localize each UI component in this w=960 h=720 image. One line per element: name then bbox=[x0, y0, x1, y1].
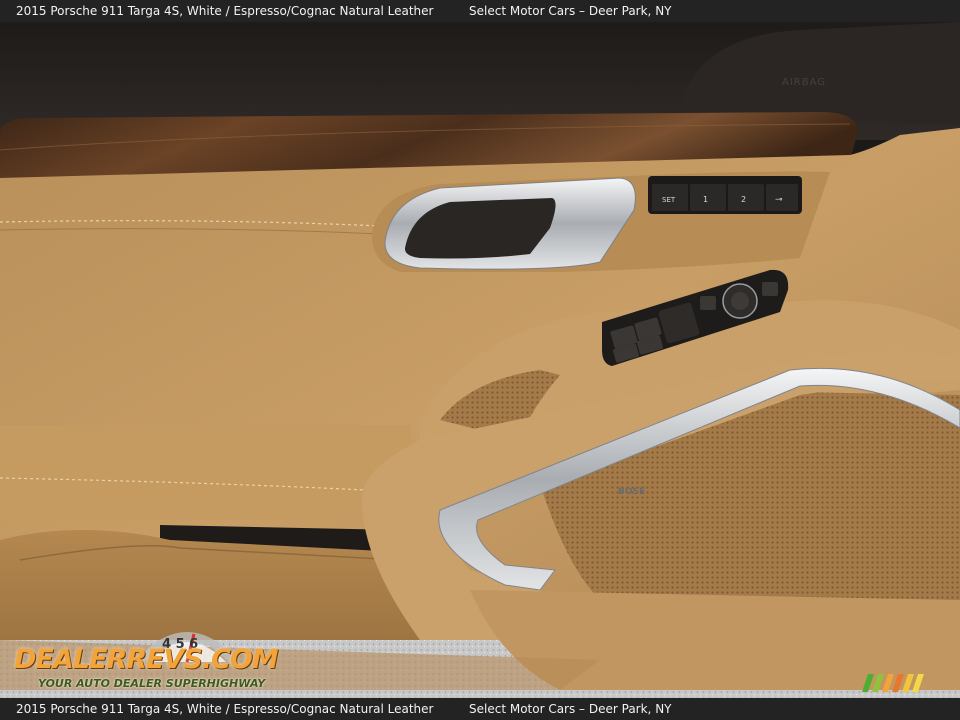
door-panel-photo: AIRBAG SET 1 2 ⊸ BOSE bbox=[0, 0, 960, 720]
memory-key-icon: ⊸ bbox=[775, 195, 783, 205]
airbag-label: AIRBAG bbox=[782, 77, 826, 88]
caption-title: 2015 Porsche 911 Targa 4S, White / Espre… bbox=[16, 4, 434, 18]
caption-bar-bottom: 2015 Porsche 911 Targa 4S, White / Espre… bbox=[0, 698, 960, 720]
speaker-badge: BOSE bbox=[618, 487, 645, 497]
caption-dealer-bottom: Select Motor Cars – Deer Park, NY bbox=[469, 702, 672, 716]
caption-bar-top: 2015 Porsche 911 Targa 4S, White / Espre… bbox=[0, 0, 960, 22]
memory-set-label: SET bbox=[662, 196, 676, 204]
lower-left-panel bbox=[0, 425, 412, 520]
watermark-tagline: YOUR AUTO DEALER SUPERHIGHWAY bbox=[38, 677, 266, 690]
stripes-logo-icon bbox=[862, 674, 924, 692]
dealer-watermark: 4 5 6 DEALERREVS.COM YOUR AUTO DEALER SU… bbox=[10, 624, 279, 694]
watermark-brand: DEALERREVS.COM bbox=[14, 644, 279, 675]
seat-memory-buttons: SET 1 2 ⊸ bbox=[648, 176, 802, 214]
memory-2-label: 2 bbox=[741, 195, 746, 204]
caption-dealer: Select Motor Cars – Deer Park, NY bbox=[469, 4, 672, 18]
memory-1-label: 1 bbox=[703, 195, 708, 204]
caption-title-bottom: 2015 Porsche 911 Targa 4S, White / Espre… bbox=[16, 702, 434, 716]
